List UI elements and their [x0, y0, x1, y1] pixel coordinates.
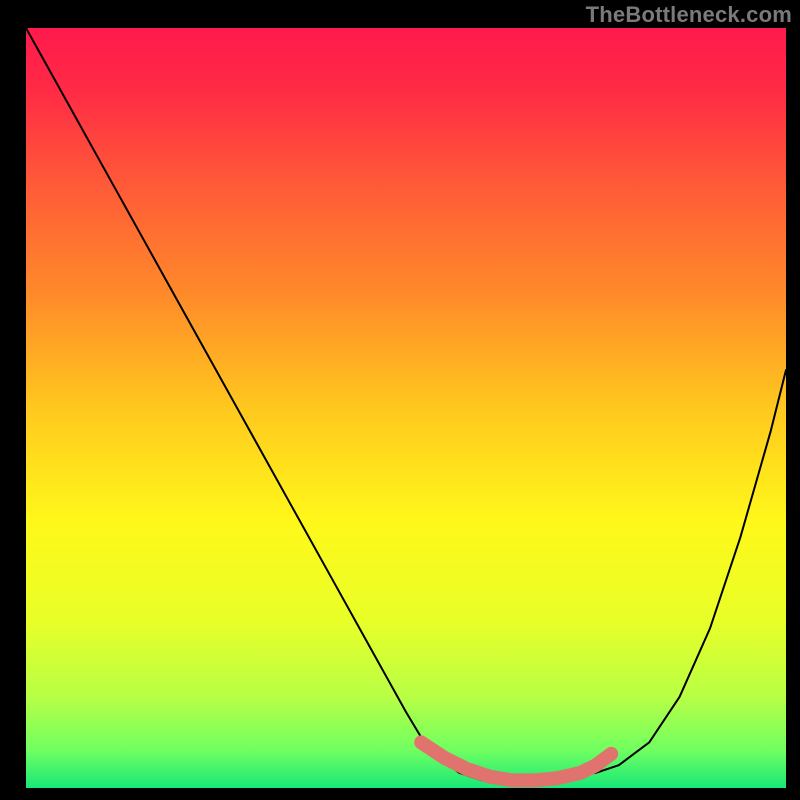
plot-area [26, 28, 786, 788]
bottleneck-chart [0, 0, 800, 800]
watermark-text: TheBottleneck.com [586, 2, 792, 28]
chart-frame: { "watermark": "TheBottleneck.com", "col… [0, 0, 800, 800]
